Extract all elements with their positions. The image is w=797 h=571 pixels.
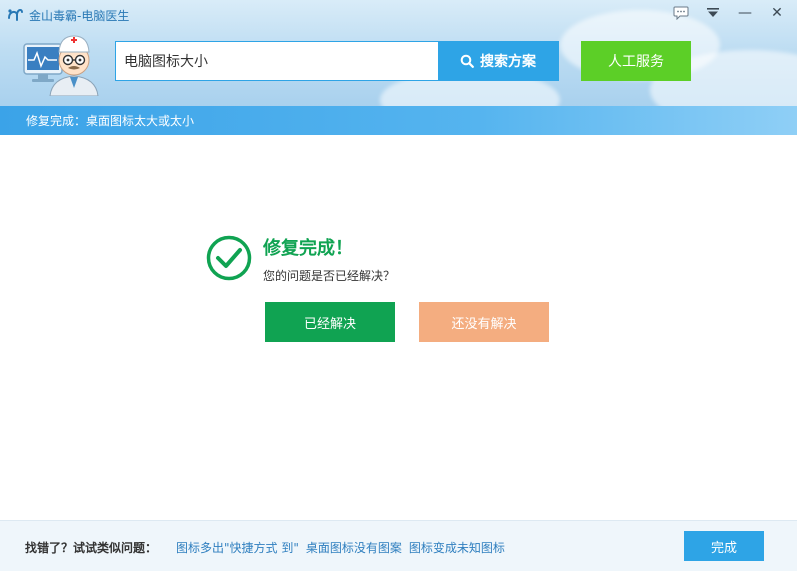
window-controls: — ✕ <box>665 2 793 24</box>
human-service-button[interactable]: 人工服务 <box>581 41 691 81</box>
search-icon <box>460 54 474 68</box>
similar-question-link[interactable]: 图标变成未知图标 <box>409 539 505 556</box>
close-icon: ✕ <box>771 5 783 21</box>
feedback-button[interactable] <box>665 2 697 24</box>
done-button-label: 完成 <box>710 540 737 556</box>
dropdown-menu-icon <box>707 8 719 17</box>
search-box: 搜索方案 <box>115 41 559 81</box>
similar-questions-label: 找错了？试试类似问题： <box>25 541 158 555</box>
result-title: 修复完成！ <box>263 238 353 259</box>
similar-questions-links: 图标多出"快捷方式 到" 桌面图标没有图案 图标变成未知图标 <box>176 539 512 556</box>
solved-button-label: 已经解决 <box>303 316 356 332</box>
similar-question-link[interactable]: 桌面图标没有图案 <box>306 539 402 556</box>
title-bar: 金山毒霸-电脑医生 <box>6 4 129 26</box>
human-service-label: 人工服务 <box>608 54 664 70</box>
window-title: 金山毒霸-电脑医生 <box>29 8 130 23</box>
solved-button[interactable]: 已经解决 <box>265 302 395 342</box>
close-button[interactable]: ✕ <box>761 2 793 24</box>
result-question: 您的问题是否已经解决？ <box>263 269 396 283</box>
search-button-label: 搜索方案 <box>480 54 536 70</box>
status-strip: 修复完成：桌面图标太大或太小 <box>0 106 797 135</box>
app-logo-icon <box>8 8 23 21</box>
header-banner: 金山毒霸-电脑医生 — ✕ 电脑图标大小 搜索方案 人工服务 <box>0 0 797 106</box>
menu-button[interactable] <box>697 2 729 24</box>
done-button[interactable]: 完成 <box>684 531 764 561</box>
minimize-button[interactable]: — <box>729 2 761 24</box>
unsolved-button-label: 还没有解决 <box>451 316 517 332</box>
search-button[interactable]: 搜索方案 <box>438 42 558 80</box>
minimize-icon: — <box>738 5 752 21</box>
check-circle-icon <box>206 235 252 281</box>
chat-bubble-icon <box>673 6 689 20</box>
similar-question-link[interactable]: 图标多出"快捷方式 到" <box>176 539 299 556</box>
search-input[interactable] <box>116 42 438 80</box>
doctor-avatar <box>23 35 99 96</box>
unsolved-button[interactable]: 还没有解决 <box>419 302 549 342</box>
status-text: 修复完成：桌面图标太大或太小 <box>26 114 195 128</box>
footer-bar: 找错了？试试类似问题： 图标多出"快捷方式 到" 桌面图标没有图案 图标变成未知… <box>0 520 797 571</box>
